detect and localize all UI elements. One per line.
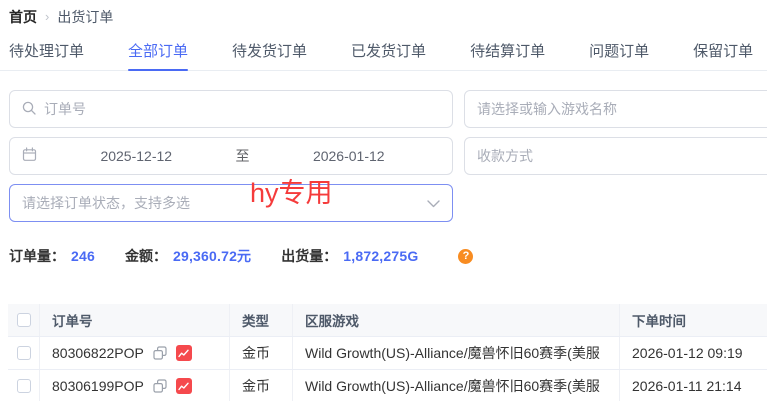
tab-label: 已发货订单 <box>351 43 426 60</box>
order-count-stat: 订单量： 246 <box>9 246 95 266</box>
breadcrumb-home[interactable]: 首页 <box>9 8 37 26</box>
order-time-cell: 2026-01-12 09:19 <box>620 337 767 369</box>
tab-label: 待发货订单 <box>232 43 307 60</box>
select-all-checkbox[interactable] <box>17 313 31 327</box>
orders-table: 订单号 类型 区服游戏 下单时间 80306822POP 金币 Wild Gro… <box>8 304 767 401</box>
shipment-label: 出货量： <box>281 246 337 266</box>
tab-label: 待结算订单 <box>470 43 545 60</box>
amount-stat: 金额： 29,360.72元 <box>125 246 251 266</box>
hy-annotation-text: hy专用 <box>250 171 333 210</box>
tab-shipped-orders[interactable]: 已发货订单 <box>351 42 426 70</box>
table-row: 80306822POP 金币 Wild Growth(US)-Alliance/… <box>8 337 767 370</box>
order-type-cell: 金币 <box>230 370 293 401</box>
help-icon[interactable]: ? <box>458 249 473 264</box>
col-header-game[interactable]: 区服游戏 <box>293 304 620 336</box>
breadcrumb-current: 出货订单 <box>57 8 113 26</box>
order-type-cell: 金币 <box>230 337 293 369</box>
tab-to-settle-orders[interactable]: 待结算订单 <box>470 42 545 70</box>
payment-method-placeholder: 收款方式 <box>477 146 533 166</box>
order-status-placeholder: 请选择订单状态，支持多选 <box>22 193 190 213</box>
table-header-row: 订单号 类型 区服游戏 下单时间 <box>8 304 767 337</box>
summary-bar: 订单量： 246 金额： 29,360.72元 出货量： 1,872,275G … <box>0 246 767 266</box>
tab-all-orders[interactable]: 全部订单 <box>128 42 188 70</box>
date-range-picker[interactable]: 2025-12-12 至 2026-01-12 <box>9 137 453 175</box>
date-range-separator: 至 <box>236 146 250 166</box>
col-header-order-no[interactable]: 订单号 <box>40 304 230 336</box>
trend-chart-icon[interactable] <box>176 345 192 361</box>
breadcrumb-separator-icon: › <box>45 8 49 26</box>
shipment-value: 1,872,275G <box>343 248 418 264</box>
row-checkbox[interactable] <box>17 346 31 360</box>
tab-problem-orders[interactable]: 问题订单 <box>589 42 649 70</box>
amount-value: 29,360.72元 <box>173 246 251 266</box>
game-name-input[interactable]: 请选择或输入游戏名称 <box>464 90 767 128</box>
game-server-cell: Wild Growth(US)-Alliance/魔兽怀旧60赛季(美服 <box>293 337 620 369</box>
col-header-time[interactable]: 下单时间 <box>620 304 767 336</box>
payment-method-input[interactable]: 收款方式 <box>464 137 767 175</box>
order-time-cell: 2026-01-11 21:14 <box>620 370 767 401</box>
filter-panel: 订单号 请选择或输入游戏名称 2025-12-12 至 2026-01-12 收… <box>0 90 767 222</box>
order-tabs: 待处理订单 全部订单 待发货订单 已发货订单 待结算订单 问题订单 保留订单 <box>0 42 767 71</box>
order-no-text: 80306199POP <box>52 378 144 394</box>
order-management-page: 首页 › 出货订单 待处理订单 全部订单 待发货订单 已发货订单 待结算订单 问… <box>0 0 767 401</box>
filter-row-2: 2025-12-12 至 2026-01-12 收款方式 <box>9 137 767 175</box>
copy-icon[interactable] <box>153 346 167 360</box>
tab-label: 待处理订单 <box>9 43 84 60</box>
game-server-cell: Wild Growth(US)-Alliance/魔兽怀旧60赛季(美服 <box>293 370 620 401</box>
header-checkbox-cell <box>8 304 40 336</box>
calendar-icon <box>22 147 37 165</box>
tab-held-orders[interactable]: 保留订单 <box>693 42 753 70</box>
order-no-cell: 80306199POP <box>40 370 230 401</box>
amount-label: 金额： <box>125 246 167 266</box>
copy-icon[interactable] <box>153 379 167 393</box>
filter-row-3: 请选择订单状态，支持多选 hy专用 <box>9 184 767 222</box>
row-checkbox-cell <box>8 337 40 369</box>
breadcrumb: 首页 › 出货订单 <box>0 0 767 26</box>
shipment-stat: 出货量： 1,872,275G <box>281 246 418 266</box>
date-start-value[interactable]: 2025-12-12 <box>45 148 228 164</box>
table-row: 80306199POP 金币 Wild Growth(US)-Alliance/… <box>8 370 767 401</box>
row-checkbox[interactable] <box>17 379 31 393</box>
order-no-cell: 80306822POP <box>40 337 230 369</box>
search-icon <box>22 101 36 118</box>
row-checkbox-cell <box>8 370 40 401</box>
tab-pending-orders[interactable]: 待处理订单 <box>9 42 84 70</box>
tab-label: 问题订单 <box>589 43 649 60</box>
tab-label: 保留订单 <box>693 43 753 60</box>
col-header-type[interactable]: 类型 <box>230 304 293 336</box>
date-end-value[interactable]: 2026-01-12 <box>258 148 441 164</box>
filter-row-1: 订单号 请选择或输入游戏名称 <box>9 90 767 128</box>
tab-to-ship-orders[interactable]: 待发货订单 <box>232 42 307 70</box>
tab-label: 全部订单 <box>128 43 188 60</box>
trend-chart-icon[interactable] <box>176 378 192 394</box>
order-status-select[interactable]: 请选择订单状态，支持多选 <box>9 184 453 222</box>
order-count-value: 246 <box>71 248 95 264</box>
order-count-label: 订单量： <box>9 246 65 266</box>
order-number-input[interactable]: 订单号 <box>9 90 453 128</box>
order-no-text: 80306822POP <box>52 345 144 361</box>
order-number-placeholder: 订单号 <box>44 99 86 119</box>
game-name-placeholder: 请选择或输入游戏名称 <box>477 99 617 119</box>
chevron-down-icon <box>427 195 440 211</box>
